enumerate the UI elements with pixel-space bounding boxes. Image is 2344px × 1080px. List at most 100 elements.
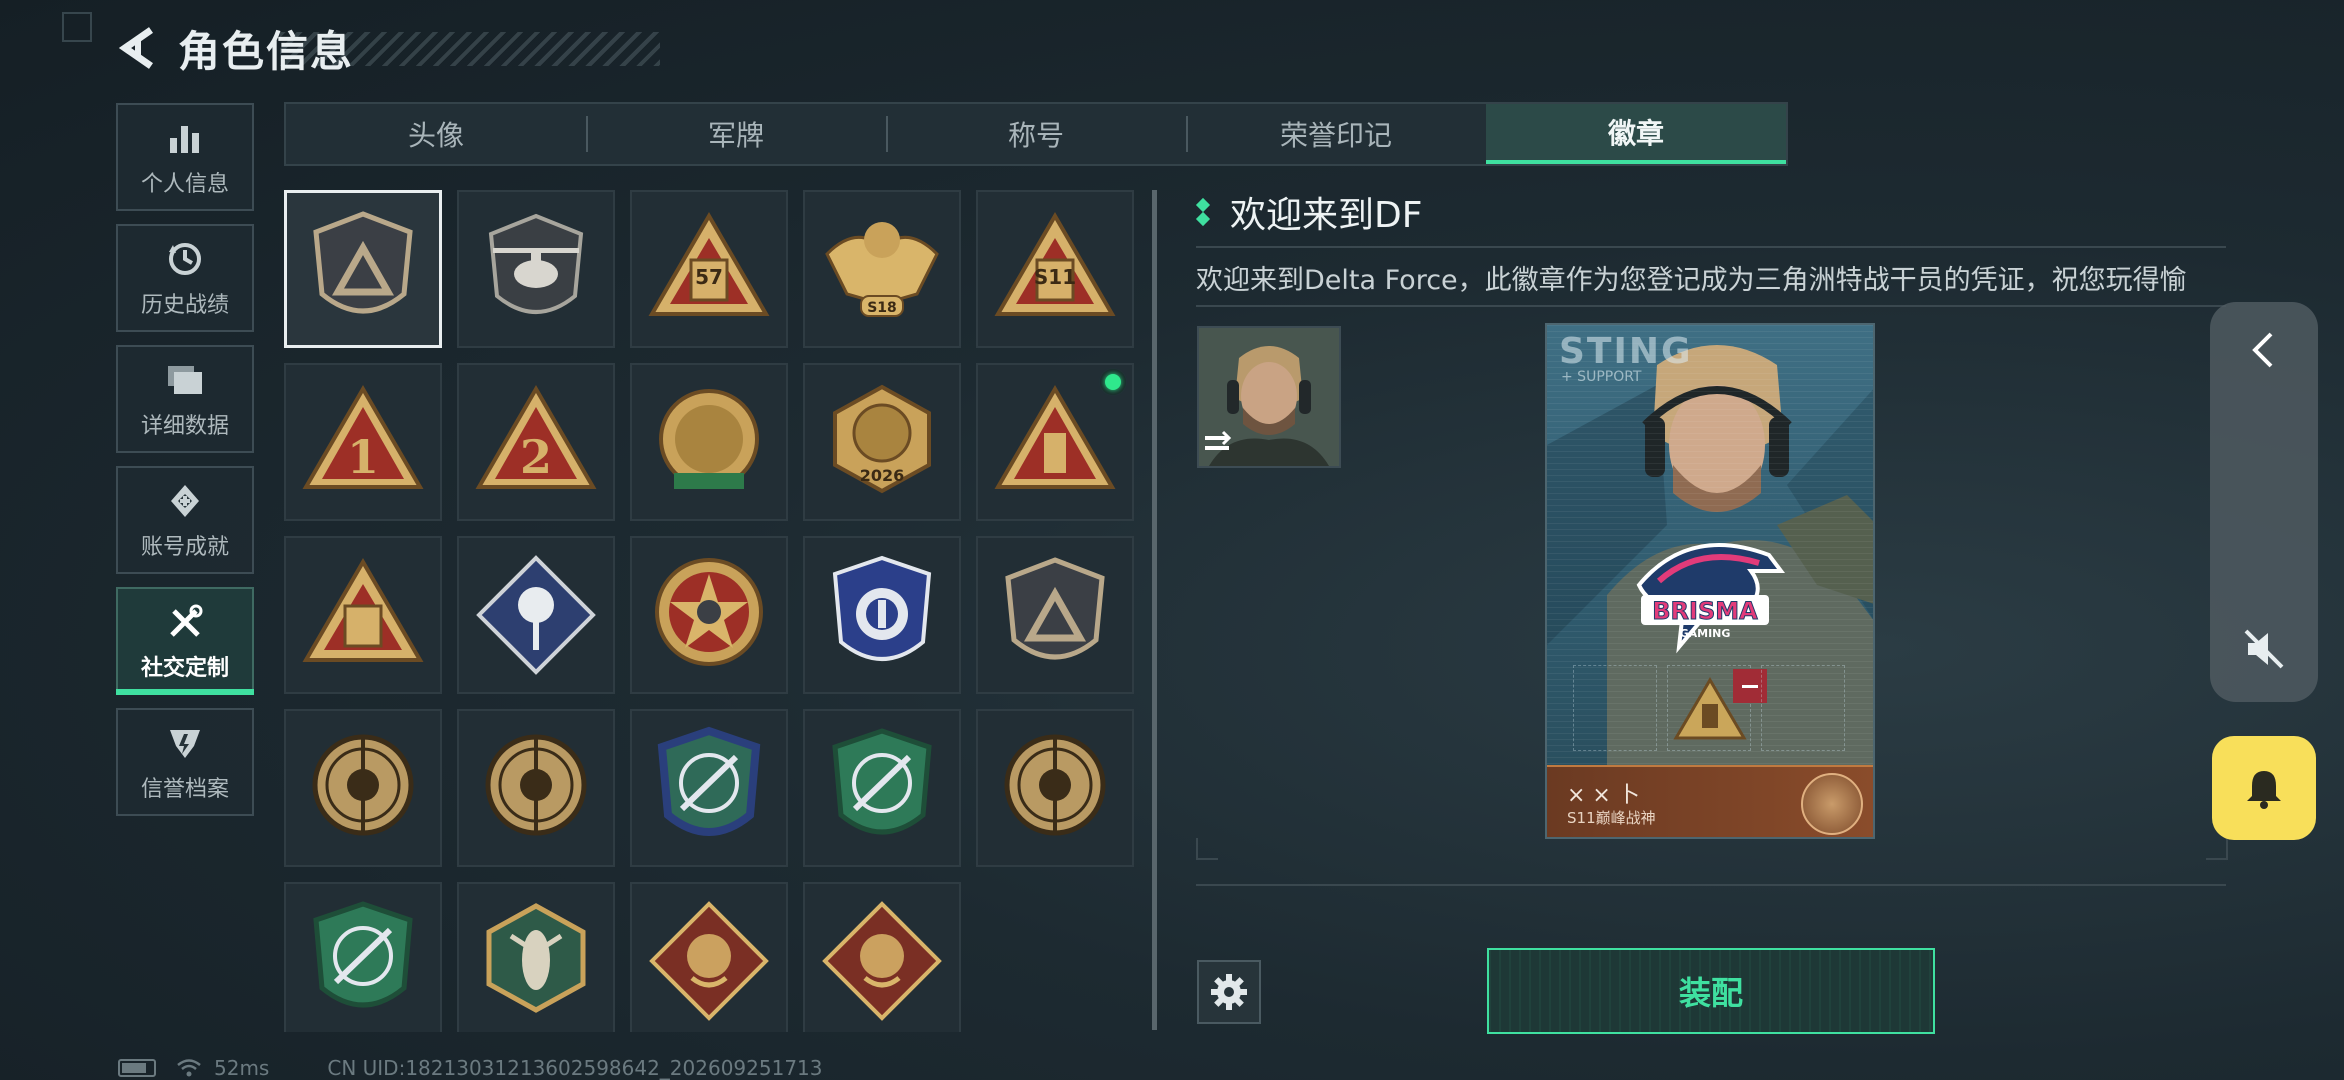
speaker-muted-icon [2244, 629, 2284, 669]
back-arrow-icon [118, 27, 153, 69]
team-logo-sticker: BRISMA GAMING [1636, 543, 1785, 654]
bar-chart-icon [170, 126, 199, 153]
badge-cell-agent-badge[interactable] [284, 709, 442, 867]
badge-description: 欢迎来到Delta Force，此徽章作为您登记成为三角洲特战干员的凭证，祝您玩… [1196, 265, 2187, 296]
reputation-icon [170, 730, 200, 758]
sidebar-item-achievements[interactable]: 账号成就 [116, 466, 254, 574]
chevron-left-icon [2252, 332, 2273, 368]
badge-cell-skull-target-badge[interactable] [457, 709, 615, 867]
badge-cell-welcome-df-badge[interactable] [284, 190, 442, 348]
hornet-badge-icon [486, 903, 586, 1013]
frame-corner [2206, 838, 2228, 860]
page-header: 角色信息 [110, 20, 660, 76]
badge-cell-delta-force-2026-badge[interactable] [630, 363, 788, 521]
settings-button[interactable] [1197, 960, 1261, 1024]
badge-cell-season-s18-badge[interactable]: S18 [803, 190, 961, 348]
back-button[interactable] [110, 21, 164, 75]
badge-text: 2 [520, 430, 552, 484]
badge-cell-rank-1-badge[interactable]: 1 [284, 363, 442, 521]
sidebar-item-history[interactable]: 历史战绩 [116, 224, 254, 332]
badge-slot-3[interactable] [1761, 665, 1845, 751]
sidebar-item-social[interactable]: 社交定制 [116, 587, 254, 695]
badge-text: S18 [867, 300, 897, 316]
badge-grid: 57 S18 S11 1 2 2026 [284, 190, 1136, 1032]
star-skull-badge-icon [655, 558, 763, 666]
tab-badge[interactable]: 徽章 [1486, 104, 1786, 164]
sidebar-item-details[interactable]: 详细数据 [116, 345, 254, 453]
ping-value: 52ms [214, 1056, 270, 1080]
badge-cell-knife-shield-badge[interactable] [284, 882, 442, 1032]
squad-badge-icon [302, 558, 424, 662]
badge-cell-delta-force-hex-badge[interactable]: 2026 [803, 363, 961, 521]
tab-avatar[interactable]: 头像 [286, 104, 586, 164]
badge-cell-rose-badge[interactable] [457, 536, 615, 694]
rifle-target-badge-icon [1004, 734, 1106, 836]
tab-title[interactable]: 称号 [886, 104, 1186, 164]
helicopter-badge-icon [488, 213, 584, 314]
logo-text: BRISMA [1652, 597, 1758, 625]
wifi-icon [177, 1059, 201, 1077]
rank-1-badge-icon: 1 [302, 385, 424, 489]
category-tabs: 头像 军牌 称号 荣誉印记 徽章 [284, 102, 1788, 166]
badge-detail: 欢迎来到DF 欢迎来到Delta Force，此徽章作为您登记成为三角洲特战干员… [1195, 188, 2226, 307]
sidebar-item-label: 个人信息 [140, 172, 229, 197]
collapse-button[interactable] [2210, 302, 2318, 398]
divider [1196, 884, 2226, 886]
sidebar-item-reputation[interactable]: 信誉档案 [116, 708, 254, 816]
badge-cell-green-rifle-badge[interactable] [803, 709, 961, 867]
sidebar-item-label: 账号成就 [140, 535, 229, 560]
badge-cell-tower-badge[interactable] [976, 363, 1134, 521]
badge-cell-blue-shield-badge[interactable] [803, 536, 961, 694]
sidebar-item-profile[interactable]: 个人信息 [116, 103, 254, 211]
badge-cell-rank-2-badge[interactable]: 2 [457, 363, 615, 521]
card-code-text: STING [1559, 331, 1693, 372]
badge-cell-season-57-badge[interactable]: 57 [630, 190, 788, 348]
badge-cell-dragon-badge[interactable] [630, 882, 788, 1032]
gear-icon [1211, 974, 1247, 1010]
tab-dog-tag[interactable]: 军牌 [586, 104, 886, 164]
frame-corner [1196, 838, 1218, 860]
badge-cell-hornet-badge[interactable] [457, 882, 615, 1032]
sidebar-item-label: 历史战绩 [140, 293, 229, 318]
history-clock-icon [169, 243, 201, 275]
title-marker-icon [1195, 197, 1211, 227]
mute-button[interactable] [2210, 604, 2318, 694]
operator-card-preview: STING + SUPPORT BRISMA GAMING × × 卜 S11巅… [1545, 323, 1875, 839]
bell-icon [2247, 771, 2281, 809]
runner-badge-icon [822, 901, 942, 1021]
battery-icon [118, 1059, 156, 1077]
operator-portrait-thumb[interactable] [1197, 326, 1341, 468]
page-title: 角色信息 [178, 26, 355, 76]
badge-cell-runner-badge[interactable] [803, 882, 961, 1032]
diamond-shield-badge-icon [1005, 557, 1105, 660]
folder-icon [168, 366, 202, 394]
badge-cell-helicopter-badge[interactable] [457, 190, 615, 348]
sidebar-item-label: 社交定制 [140, 656, 229, 681]
badge-cell-rifle-shield-badge[interactable] [630, 709, 788, 867]
notification-button[interactable] [2212, 736, 2316, 840]
badge-cell-rifle-target-badge[interactable] [976, 709, 1134, 867]
season-s18-badge-icon: S18 [825, 222, 939, 317]
blue-shield-badge-icon [832, 555, 932, 661]
equip-button[interactable]: 装配 [1487, 948, 1935, 1034]
badge-cell-star-skull-badge[interactable] [630, 536, 788, 694]
new-indicator-dot [1100, 369, 1126, 395]
tower-badge-icon [994, 385, 1116, 489]
tab-honor-mark[interactable]: 荣誉印记 [1186, 104, 1486, 164]
dragon-badge-icon [649, 901, 769, 1021]
rank-emblem-icon [1801, 773, 1863, 835]
corner-mark [62, 12, 92, 42]
badge-cell-season-s11-badge[interactable]: S11 [976, 190, 1134, 348]
badge-text: 1 [347, 430, 379, 484]
operator-portrait-image [1199, 328, 1339, 466]
badge-cell-squad-badge[interactable] [284, 536, 442, 694]
status-bar: 52ms CN UID:18213031213602598642_2026092… [118, 1056, 823, 1080]
badge-slot-1[interactable] [1573, 665, 1657, 751]
grid-scrollbar[interactable] [1152, 190, 1157, 1030]
rank-2-badge-icon: 2 [475, 385, 597, 489]
badge-cell-diamond-shield-badge[interactable] [976, 536, 1134, 694]
agent-badge-icon [312, 734, 414, 836]
sidebar-item-label: 信誉档案 [140, 777, 229, 802]
badge-name: 欢迎来到DF [1230, 195, 1423, 236]
tools-icon [170, 604, 203, 637]
